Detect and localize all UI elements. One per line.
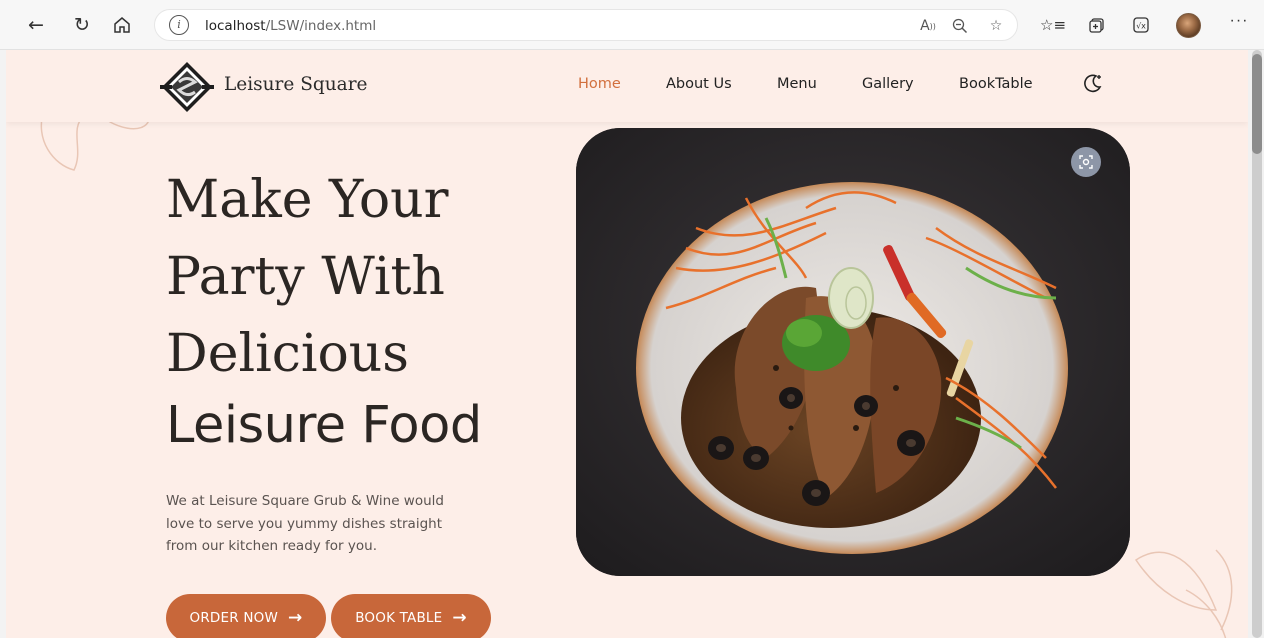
page-scrollbar[interactable] — [1248, 50, 1264, 638]
hero-title: Make Your Party With Delicious — [166, 162, 566, 393]
url-text[interactable]: localhost/LSW/index.html — [205, 18, 376, 34]
nav-about-us[interactable]: About Us — [666, 76, 732, 92]
favorite-star-icon[interactable]: ☆ — [985, 15, 1007, 37]
scrollbar-thumb[interactable] — [1252, 54, 1262, 154]
page-viewport: Leisure Square Home About Us Menu Galler… — [6, 50, 1248, 638]
decorative-flower-art — [1134, 549, 1233, 638]
hero-food-image — [576, 128, 1130, 576]
browser-toolbar: ← ↻ i localhost/LSW/index.html A)) ☆ ☆≡ … — [0, 0, 1264, 50]
address-bar[interactable]: i localhost/LSW/index.html A)) ☆ — [154, 9, 1018, 41]
zoom-out-icon[interactable] — [949, 15, 971, 37]
collections-icon[interactable] — [1086, 14, 1108, 36]
hero-title-line-3: Delicious — [166, 324, 409, 384]
hero-title-line-2: Party With — [166, 247, 445, 307]
nav-home[interactable]: Home — [578, 76, 621, 92]
svg-text:√x: √x — [1136, 22, 1146, 31]
book-table-label: BOOK TABLE — [355, 610, 443, 626]
nav-gallery[interactable]: Gallery — [862, 76, 914, 92]
arrow-right-icon: → — [452, 608, 467, 628]
site-info-icon[interactable]: i — [169, 15, 189, 35]
nav-menu[interactable]: Menu — [777, 76, 817, 92]
favorites-list-icon[interactable]: ☆≡ — [1040, 14, 1066, 36]
hero-title-line-4: Leisure Food — [166, 396, 482, 455]
url-host: localhost — [205, 18, 266, 34]
moon-icon[interactable] — [1082, 72, 1104, 94]
read-aloud-icon[interactable]: A)) — [917, 15, 939, 37]
url-path: /LSW/index.html — [265, 18, 377, 34]
more-options-icon[interactable]: ··· — [1226, 12, 1252, 38]
refresh-icon[interactable]: ↻ — [68, 11, 96, 39]
food-plate-illustration — [576, 128, 1130, 576]
book-table-button[interactable]: BOOK TABLE → — [331, 594, 491, 638]
hero-description: We at Leisure Square Grub & Wine would l… — [166, 493, 444, 554]
home-icon[interactable] — [108, 11, 136, 39]
order-now-button[interactable]: ORDER NOW → — [166, 594, 326, 638]
brand-name[interactable]: Leisure Square — [224, 74, 367, 95]
site-header: Leisure Square Home About Us Menu Galler… — [6, 50, 1248, 122]
math-solver-icon[interactable]: √x — [1130, 14, 1152, 36]
visual-search-icon[interactable] — [1071, 147, 1101, 177]
nav-booktable[interactable]: BookTable — [959, 76, 1033, 92]
order-now-label: ORDER NOW — [189, 610, 279, 626]
profile-avatar[interactable] — [1176, 13, 1201, 38]
leisure-square-logo[interactable] — [160, 60, 214, 114]
arrow-right-icon: → — [288, 608, 303, 628]
hero-title-line-1: Make Your — [166, 170, 449, 230]
back-arrow-icon[interactable]: ← — [22, 11, 50, 39]
